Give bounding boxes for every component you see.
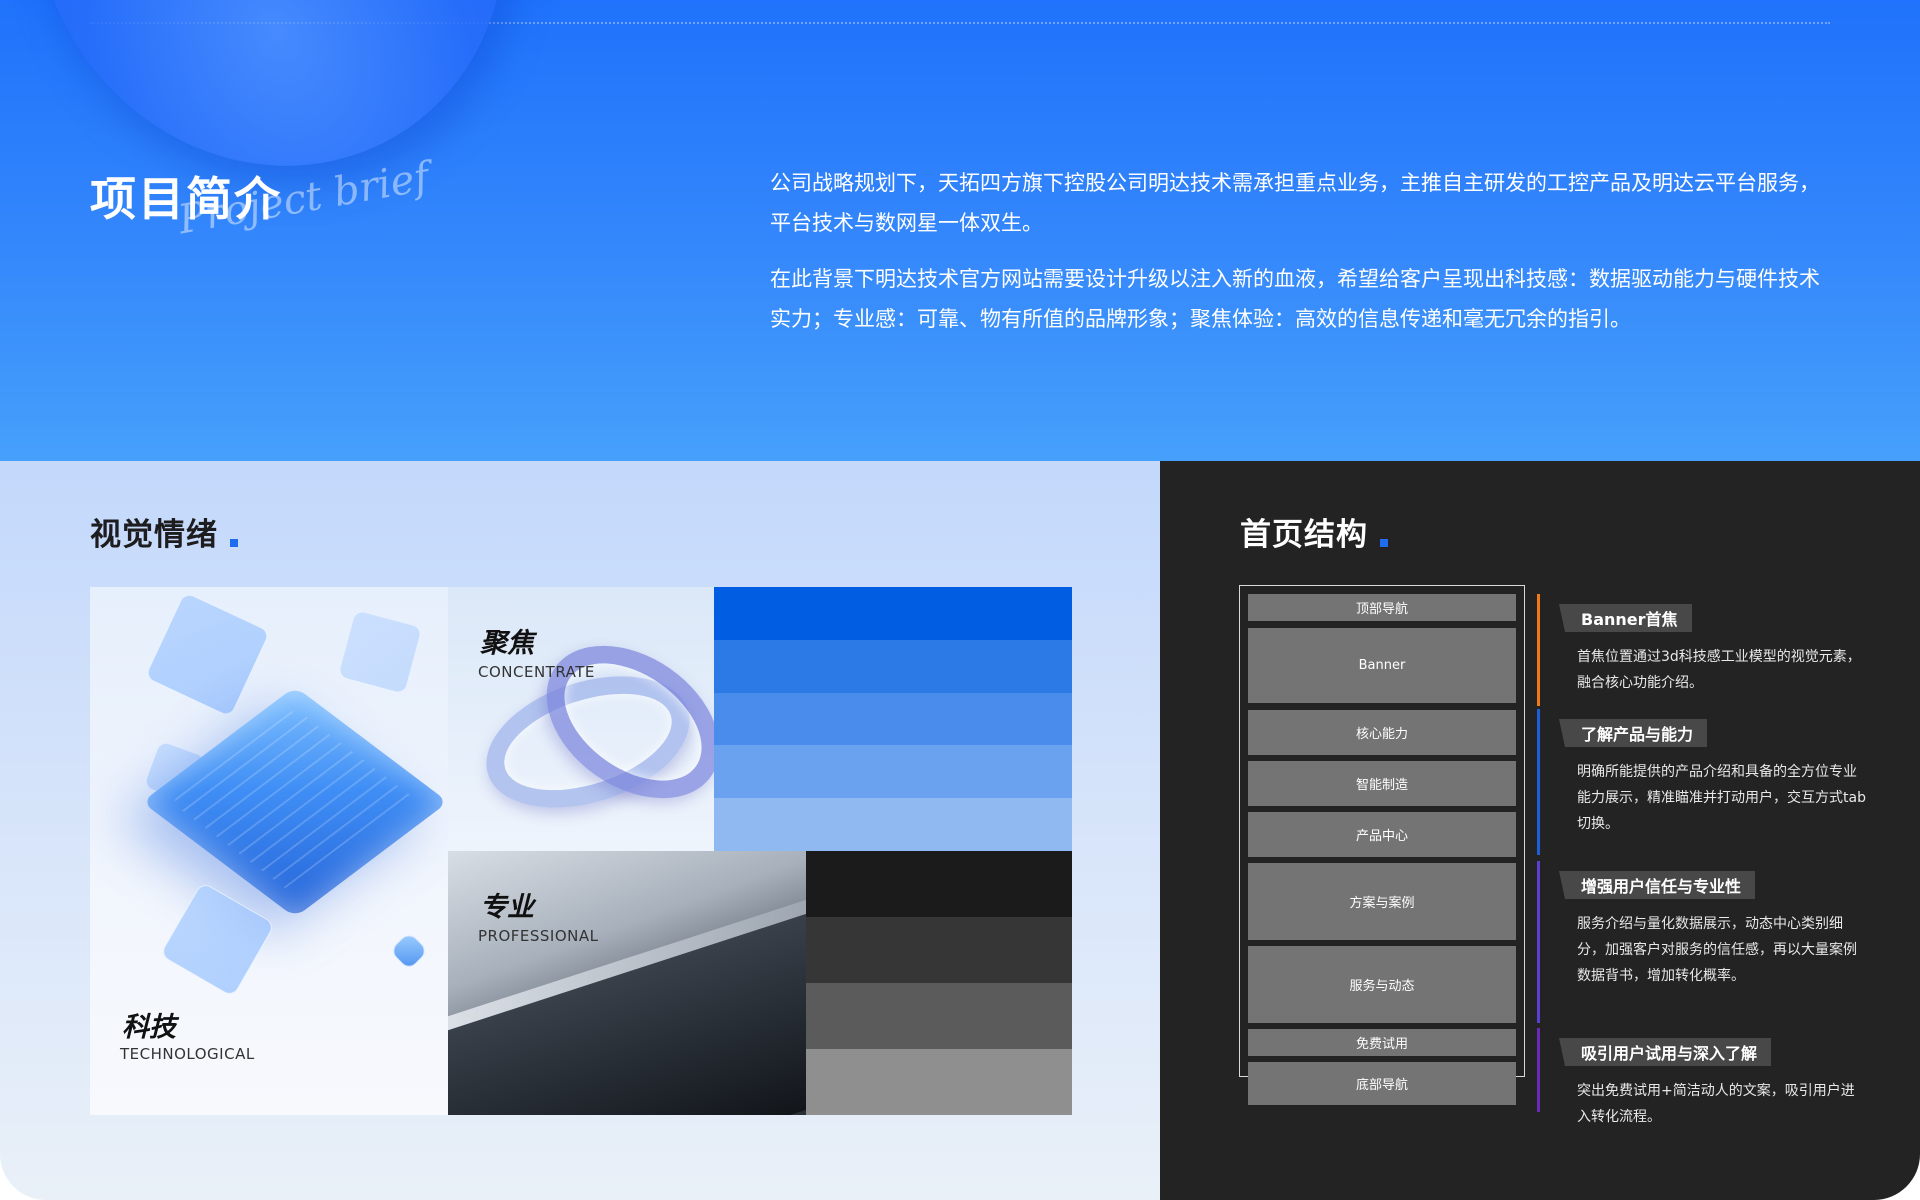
glass-cube-icon: [141, 686, 448, 918]
annotation-tag: 吸引用户试用与深入了解: [1558, 1038, 1772, 1066]
mood-board: 科技 TECHNOLOGICAL 聚焦 CONCENTRATE 专业 PROFE…: [90, 587, 1072, 1115]
annotation-products-abilities: 了解产品与能力 明确所能提供的产品介绍和具备的全方位专业能力展示，精准瞄准并打动…: [1537, 709, 1897, 855]
gray-swatch: [806, 983, 1072, 1049]
visual-mood-section: 视觉情绪 科技 TECHNOLOGICAL 聚焦 CONCENTRATE 专业: [0, 461, 1160, 1200]
annotation-description: 明确所能提供的产品介绍和具备的全方位专业能力展示，精准瞄准并打动用户，交互方式t…: [1577, 764, 1866, 832]
annotation-bar: [1537, 594, 1540, 706]
hero-section: 项目简介 Project brief 公司战略规划下，天拓四方旗下控股公司明达技…: [0, 0, 1920, 461]
annotation-trial-conversion: 吸引用户试用与深入了解 突出免费试用+简洁动人的文案，吸引用户进入转化流程。: [1537, 1028, 1897, 1125]
wire-block-service-news: 服务与动态: [1248, 946, 1516, 1023]
tile-label-technological-cn: 科技: [122, 1012, 176, 1043]
blue-swatch: [714, 692, 1072, 746]
wire-block-product-center: 产品中心: [1248, 812, 1516, 857]
annotation-tag: Banner首焦: [1559, 604, 1692, 632]
hero-paragraph-1: 公司战略规划下，天拓四方旗下控股公司明达技术需承担重点业务，主推自主研发的工控产…: [770, 171, 1820, 235]
annotation-tag: 增强用户信任与专业性: [1558, 871, 1756, 899]
title-accent-dot: [230, 539, 238, 547]
tile-label-professional-en: PROFESSIONAL: [478, 927, 599, 945]
floating-cube-icon: [159, 881, 276, 998]
tile-label-concentrate-cn: 聚焦: [480, 628, 534, 659]
annotation-description: 突出免费试用+简洁动人的文案，吸引用户进入转化流程。: [1577, 1083, 1855, 1125]
wire-block-footer-nav: 底部导航: [1248, 1062, 1516, 1105]
floating-cube-icon: [144, 591, 271, 718]
wire-block-core-ability: 核心能力: [1248, 710, 1516, 755]
annotation-description: 首焦位置通过3d科技感工业模型的视觉元素，融合核心功能介绍。: [1577, 649, 1861, 691]
visual-mood-title: 视觉情绪: [90, 509, 238, 554]
homepage-structure-section: 首页结构 顶部导航 Banner 核心能力 智能制造 产品中心 方案与案例 服务…: [1160, 461, 1920, 1200]
wire-block-top-nav: 顶部导航: [1248, 594, 1516, 621]
wire-block-free-trial: 免费试用: [1248, 1029, 1516, 1056]
tile-professional: 专业 PROFESSIONAL: [448, 851, 806, 1115]
gray-swatch: [806, 851, 1072, 917]
wire-block-banner: Banner: [1248, 628, 1516, 703]
wire-block-solutions-cases: 方案与案例: [1248, 863, 1516, 940]
annotation-bar: [1537, 861, 1540, 1023]
floating-cube-icon: [389, 931, 429, 971]
annotation-tag: 了解产品与能力: [1558, 719, 1708, 747]
annotation-bar: [1537, 1028, 1540, 1112]
hero-description: 公司战略规划下，天拓四方旗下控股公司明达技术需承担重点业务，主推自主研发的工控产…: [770, 163, 1830, 339]
visual-mood-title-text: 视觉情绪: [90, 517, 218, 553]
blue-swatch: [714, 745, 1072, 799]
annotation-trust-professionalism: 增强用户信任与专业性 服务介绍与量化数据展示，动态中心类别细分，加强客户对服务的…: [1537, 861, 1897, 1023]
structure-title: 首页结构: [1240, 509, 1388, 554]
structure-title-text: 首页结构: [1240, 517, 1368, 553]
blue-swatch: [714, 587, 1072, 640]
tile-label-concentrate-en: CONCENTRATE: [478, 663, 595, 681]
tile-concentrate: 聚焦 CONCENTRATE: [448, 587, 714, 851]
annotation-bar: [1537, 709, 1540, 855]
homepage-wireframe: 顶部导航 Banner 核心能力 智能制造 产品中心 方案与案例 服务与动态 免…: [1239, 585, 1525, 1105]
annotation-banner: Banner首焦 首焦位置通过3d科技感工业模型的视觉元素，融合核心功能介绍。: [1537, 594, 1897, 706]
annotation-description: 服务介绍与量化数据展示，动态中心类别细分，加强客户对服务的信任感，再以大量案例数…: [1577, 916, 1857, 984]
tile-label-professional-cn: 专业: [480, 892, 534, 923]
floating-cube-icon: [337, 609, 423, 695]
wire-block-smart-manufacturing: 智能制造: [1248, 761, 1516, 806]
tile-technological: 科技 TECHNOLOGICAL: [90, 587, 448, 1115]
gray-swatch: [806, 917, 1072, 983]
title-accent-dot: [1380, 539, 1388, 547]
blue-swatch: [714, 798, 1072, 852]
hero-paragraph-2: 在此背景下明达技术官方网站需要设计升级以注入新的血液，希望给客户呈现出科技感：数…: [770, 267, 1820, 331]
blue-swatch: [714, 639, 1072, 693]
gray-swatch: [806, 1049, 1072, 1115]
tile-label-technological-en: TECHNOLOGICAL: [120, 1045, 255, 1063]
